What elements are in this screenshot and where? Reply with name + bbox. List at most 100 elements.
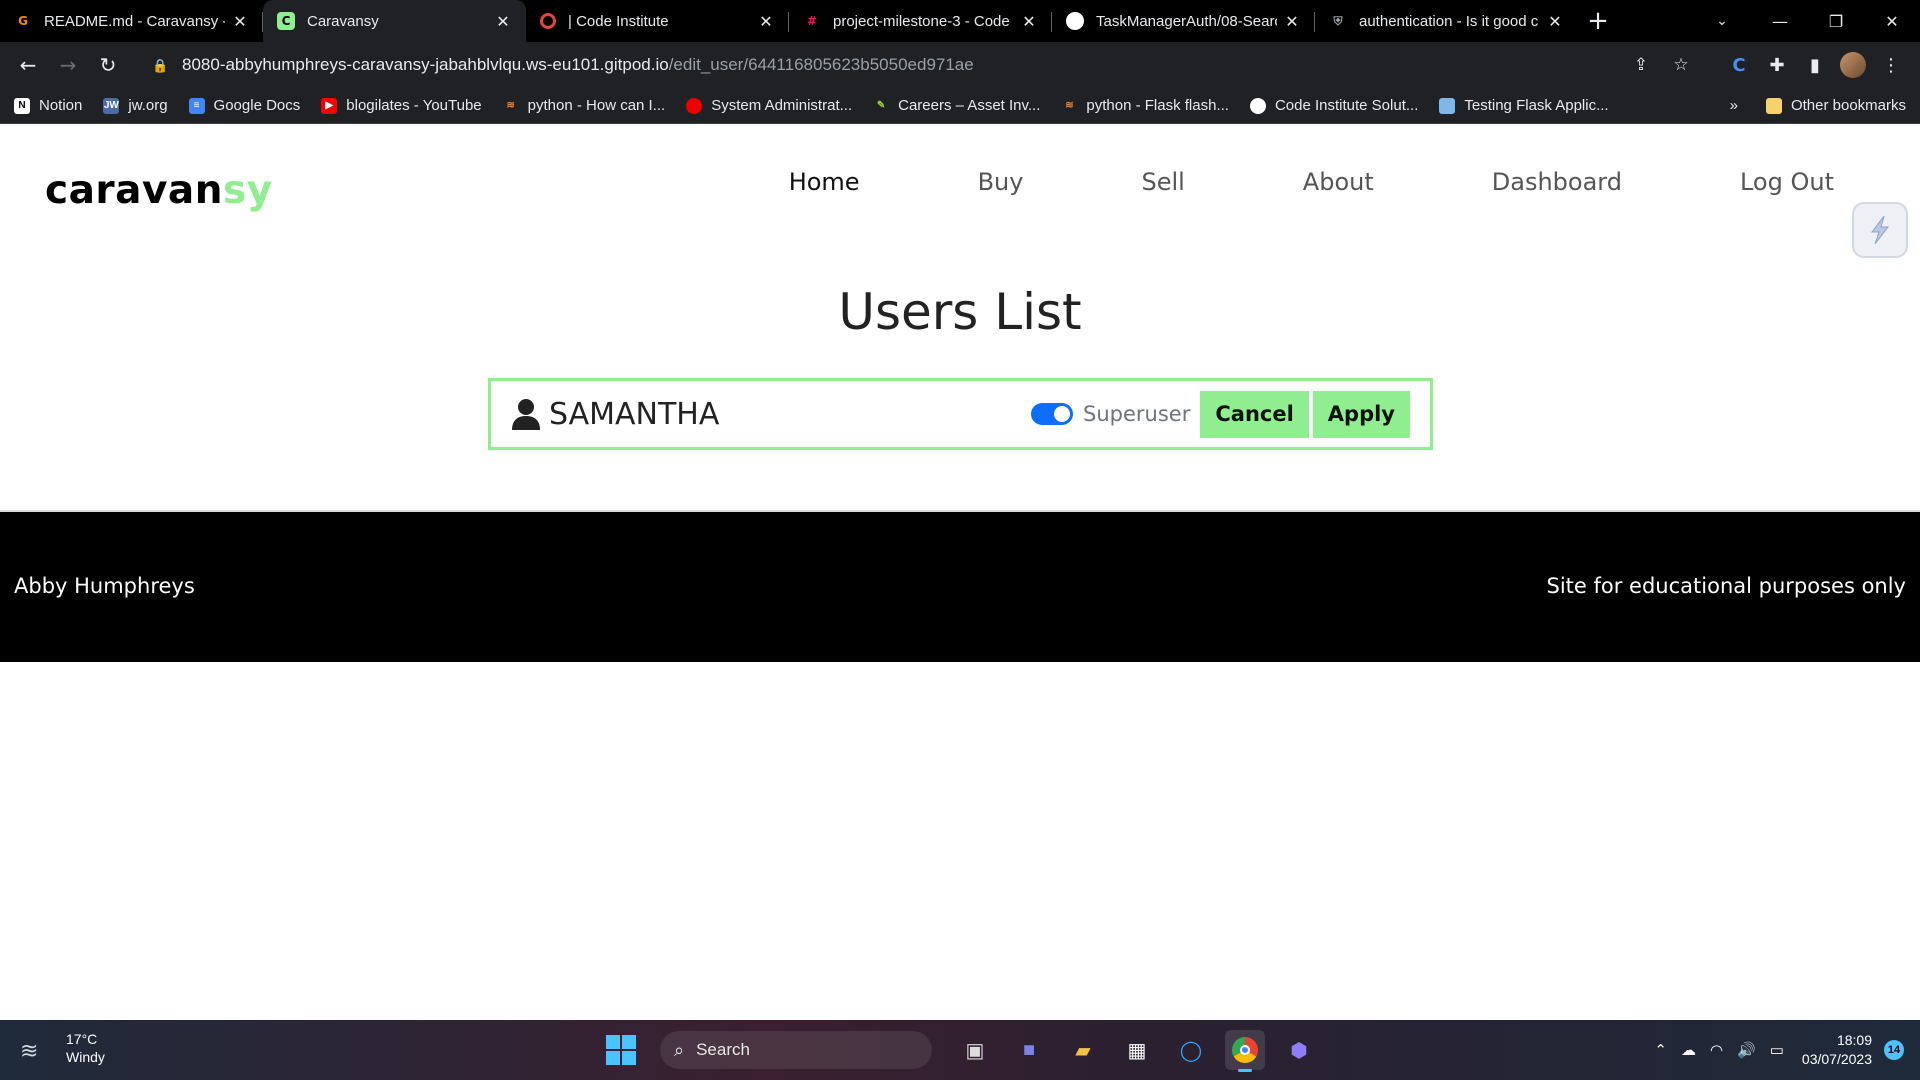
bookmarks-bar: N Notion JW jw.org ≡ Google Docs ▶ blogilate… xyxy=(0,88,1920,124)
github-icon xyxy=(1249,97,1266,114)
minimize-button[interactable]: — xyxy=(1752,0,1808,42)
back-button[interactable]: ← xyxy=(10,47,46,83)
window-controls: — ❐ ✕ xyxy=(1752,0,1920,42)
share-icon[interactable]: ⇪ xyxy=(1624,48,1658,82)
new-tab-button[interactable]: + xyxy=(1578,0,1618,42)
close-icon[interactable]: ✕ xyxy=(1546,12,1564,31)
tab-title: TaskManagerAuth/08-Searc xyxy=(1096,12,1277,30)
tab-caravansy[interactable]: C Caravansy ✕ xyxy=(263,0,526,42)
puzzle-icon[interactable]: ✚ xyxy=(1758,47,1796,83)
slack-icon: # xyxy=(806,14,818,28)
cortana-icon[interactable]: ◯ xyxy=(1171,1030,1211,1070)
apply-button[interactable]: Apply xyxy=(1312,390,1410,438)
bookmark-label: python - How can I... xyxy=(527,97,666,114)
nav-buy[interactable]: Buy xyxy=(978,168,1024,196)
address-bar[interactable]: 🔒 8080-abbyhumphreys-caravansy-jabahblvl… xyxy=(138,47,1712,83)
tab-slack[interactable]: # project-milestone-3 - Code ✕ xyxy=(789,0,1052,42)
copilot-icon[interactable]: ⬢ xyxy=(1279,1030,1319,1070)
close-window-button[interactable]: ✕ xyxy=(1864,0,1920,42)
cube-icon xyxy=(1439,97,1456,114)
task-view-icon[interactable]: ▣ xyxy=(955,1030,995,1070)
footer-author: Abby Humphreys xyxy=(14,574,195,598)
teams-chat-icon[interactable]: ■ xyxy=(1009,1030,1049,1070)
stackoverflow-icon: ≋ xyxy=(1065,100,1074,111)
footer-disclaimer: Site for educational purposes only xyxy=(1546,574,1906,598)
lightning-icon xyxy=(1871,215,1890,245)
bookmark-google-docs[interactable]: ≡ Google Docs xyxy=(188,97,300,114)
stackoverflow-icon: ≋ xyxy=(506,100,515,111)
floating-widget-button[interactable] xyxy=(1852,202,1908,258)
cancel-button[interactable]: Cancel xyxy=(1200,390,1309,438)
onedrive-icon[interactable]: ☁ xyxy=(1681,1041,1696,1059)
star-icon[interactable]: ☆ xyxy=(1664,48,1698,82)
close-icon[interactable]: ✕ xyxy=(1283,12,1301,31)
wifi-icon[interactable]: ◠ xyxy=(1710,1041,1723,1059)
bookmark-sysadmin[interactable]: System Administrat... xyxy=(686,97,852,114)
extension-c-icon[interactable]: C xyxy=(1720,47,1758,83)
gitpod-icon: G xyxy=(18,14,28,28)
volume-icon[interactable]: 🔊 xyxy=(1737,1041,1756,1059)
notion-icon: N xyxy=(14,97,30,114)
bookmark-label: System Administrat... xyxy=(711,97,853,114)
microsoft-store-icon[interactable]: ▦ xyxy=(1117,1030,1157,1070)
bookmark-jw[interactable]: JW jw.org xyxy=(103,97,168,114)
chevron-up-icon[interactable]: ⌃ xyxy=(1654,1041,1667,1059)
weather-widget[interactable]: ≋ 17°C Windy xyxy=(20,1030,105,1066)
bookmark-notion[interactable]: N Notion xyxy=(14,97,82,114)
windows-start-icon[interactable] xyxy=(606,1035,636,1065)
nav-dashboard[interactable]: Dashboard xyxy=(1492,168,1622,196)
reload-button[interactable]: ↻ xyxy=(90,47,126,83)
taskbar-clock[interactable]: 18:09 03/07/2023 xyxy=(1802,1031,1872,1069)
close-icon[interactable]: ✕ xyxy=(757,12,775,31)
bookmark-label: jw.org xyxy=(128,97,168,114)
nav-sell[interactable]: Sell xyxy=(1141,168,1184,196)
bookmark-ci-solutions[interactable]: Code Institute Solut... xyxy=(1249,97,1418,114)
notification-badge[interactable]: 14 xyxy=(1884,1040,1904,1060)
lock-icon: 🔒 xyxy=(152,58,169,73)
site-navbar: caravansy Home Buy Sell About Dashboard … xyxy=(0,124,1920,259)
wind-icon: ≋ xyxy=(20,1038,39,1063)
forward-button[interactable]: → xyxy=(50,47,86,83)
taskbar-search[interactable]: ⌕ Search xyxy=(660,1031,932,1069)
restore-button[interactable]: ❐ xyxy=(1808,0,1864,42)
bookmark-youtube[interactable]: ▶ blogilates - YouTube xyxy=(321,97,482,114)
search-placeholder: Search xyxy=(696,1040,750,1059)
bookmark-label: Careers – Asset Inv... xyxy=(898,97,1041,114)
tab-readme[interactable]: G README.md - Caravansy - G ✕ xyxy=(0,0,263,42)
tab-title: README.md - Caravansy - G xyxy=(44,12,225,30)
tab-title: Caravansy xyxy=(307,12,379,30)
close-icon[interactable]: ✕ xyxy=(231,12,249,31)
jw-icon: JW xyxy=(103,97,120,114)
tab-strip: G README.md - Caravansy - G ✕ C Caravans… xyxy=(0,0,1920,42)
nav-logout[interactable]: Log Out xyxy=(1740,168,1834,196)
site-logo[interactable]: caravansy xyxy=(45,168,273,213)
profile-avatar[interactable] xyxy=(1834,47,1872,83)
battery-icon[interactable]: ▭ xyxy=(1770,1041,1784,1059)
nav-home[interactable]: Home xyxy=(789,168,860,196)
other-bookmarks[interactable]: Other bookmarks xyxy=(1765,97,1906,114)
chevron-down-icon[interactable]: ⌄ xyxy=(1702,0,1742,42)
bookmark-testing-flask[interactable]: Testing Flask Applic... xyxy=(1439,97,1609,114)
nav-about[interactable]: About xyxy=(1303,168,1374,196)
tab-code-institute[interactable]: | Code Institute ✕ xyxy=(526,0,789,42)
side-panel-icon[interactable]: ▮ xyxy=(1796,47,1834,83)
chrome-icon[interactable] xyxy=(1225,1030,1265,1072)
temperature: 17°C xyxy=(66,1031,98,1047)
close-icon[interactable]: ✕ xyxy=(1020,12,1038,31)
tab-authentication[interactable]: ⛨ authentication - Is it good c ✕ xyxy=(1315,0,1578,42)
bookmark-careers[interactable]: ✎ Careers – Asset Inv... xyxy=(873,97,1040,114)
close-icon[interactable]: ✕ xyxy=(494,12,512,31)
bookmark-python-1[interactable]: ≋ python - How can I... xyxy=(503,97,666,114)
tab-github[interactable]: TaskManagerAuth/08-Searc ✕ xyxy=(1052,0,1315,42)
avatar xyxy=(1840,52,1866,78)
superuser-toggle[interactable] xyxy=(1031,403,1074,425)
shield-icon: ⛨ xyxy=(1333,13,1343,28)
menu-icon[interactable]: ⋮ xyxy=(1872,47,1910,83)
folder-icon xyxy=(1765,97,1782,114)
bookmark-python-2[interactable]: ≋ python - Flask flash... xyxy=(1061,97,1229,114)
site-footer: Abby Humphreys Site for educational purp… xyxy=(0,510,1920,662)
redhat-icon xyxy=(686,97,703,114)
chevron-right-icon[interactable]: » xyxy=(1730,97,1738,114)
github-icon xyxy=(1066,12,1084,30)
file-explorer-icon[interactable]: ▰ xyxy=(1063,1030,1103,1070)
